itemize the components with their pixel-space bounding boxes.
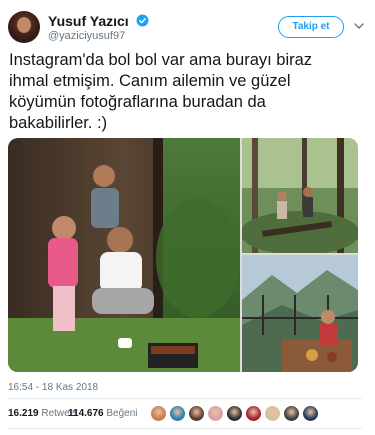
like-stat[interactable]: 114.676 Beğeni xyxy=(68,408,138,419)
liker-avatar[interactable] xyxy=(302,405,319,422)
liker-avatar[interactable] xyxy=(245,405,262,422)
retweet-count: 16.219 xyxy=(8,408,39,419)
engagement-stats: 16.219 Retweet 114.676 Beğeni xyxy=(8,404,362,426)
chevron-down-icon[interactable] xyxy=(354,21,364,31)
liker-avatar[interactable] xyxy=(188,405,205,422)
liker-avatar[interactable] xyxy=(169,405,186,422)
divider-bottom xyxy=(8,428,362,429)
tweet-header: Yusuf Yazıcı @yaziciyusuf97 Takip et xyxy=(8,11,366,45)
photo-balcony-image xyxy=(242,255,358,372)
like-count: 114.676 xyxy=(68,408,104,419)
tweet-text: Instagram'da bol bol var ama burayı bira… xyxy=(9,51,313,132)
liker-avatar[interactable] xyxy=(150,405,167,422)
liker-avatar[interactable] xyxy=(226,405,243,422)
liker-avatar[interactable] xyxy=(264,405,281,422)
author-name-row[interactable]: Yusuf Yazıcı xyxy=(48,12,149,30)
avatar[interactable] xyxy=(8,11,40,43)
author-handle[interactable]: @yaziciyusuf97 xyxy=(48,30,125,42)
like-label: Beğeni xyxy=(106,408,138,419)
divider-top xyxy=(8,398,362,399)
photo-balcony[interactable] xyxy=(242,255,358,372)
liker-avatar[interactable] xyxy=(207,405,224,422)
liker-avatar[interactable] xyxy=(283,405,300,422)
follow-button[interactable]: Takip et xyxy=(278,16,344,38)
tweet-card: Yusuf Yazıcı @yaziciyusuf97 Takip et Ins… xyxy=(0,0,375,435)
verified-badge-icon xyxy=(136,14,149,27)
media-grid xyxy=(8,138,358,372)
photo-forest[interactable] xyxy=(242,138,358,253)
photo-forest-image xyxy=(242,138,358,253)
author-name[interactable]: Yusuf Yazıcı xyxy=(48,13,129,29)
photo-family[interactable] xyxy=(8,138,240,372)
photo-family-image xyxy=(8,138,240,372)
tweet-timestamp[interactable]: 16:54 - 18 Kas 2018 xyxy=(8,382,98,393)
